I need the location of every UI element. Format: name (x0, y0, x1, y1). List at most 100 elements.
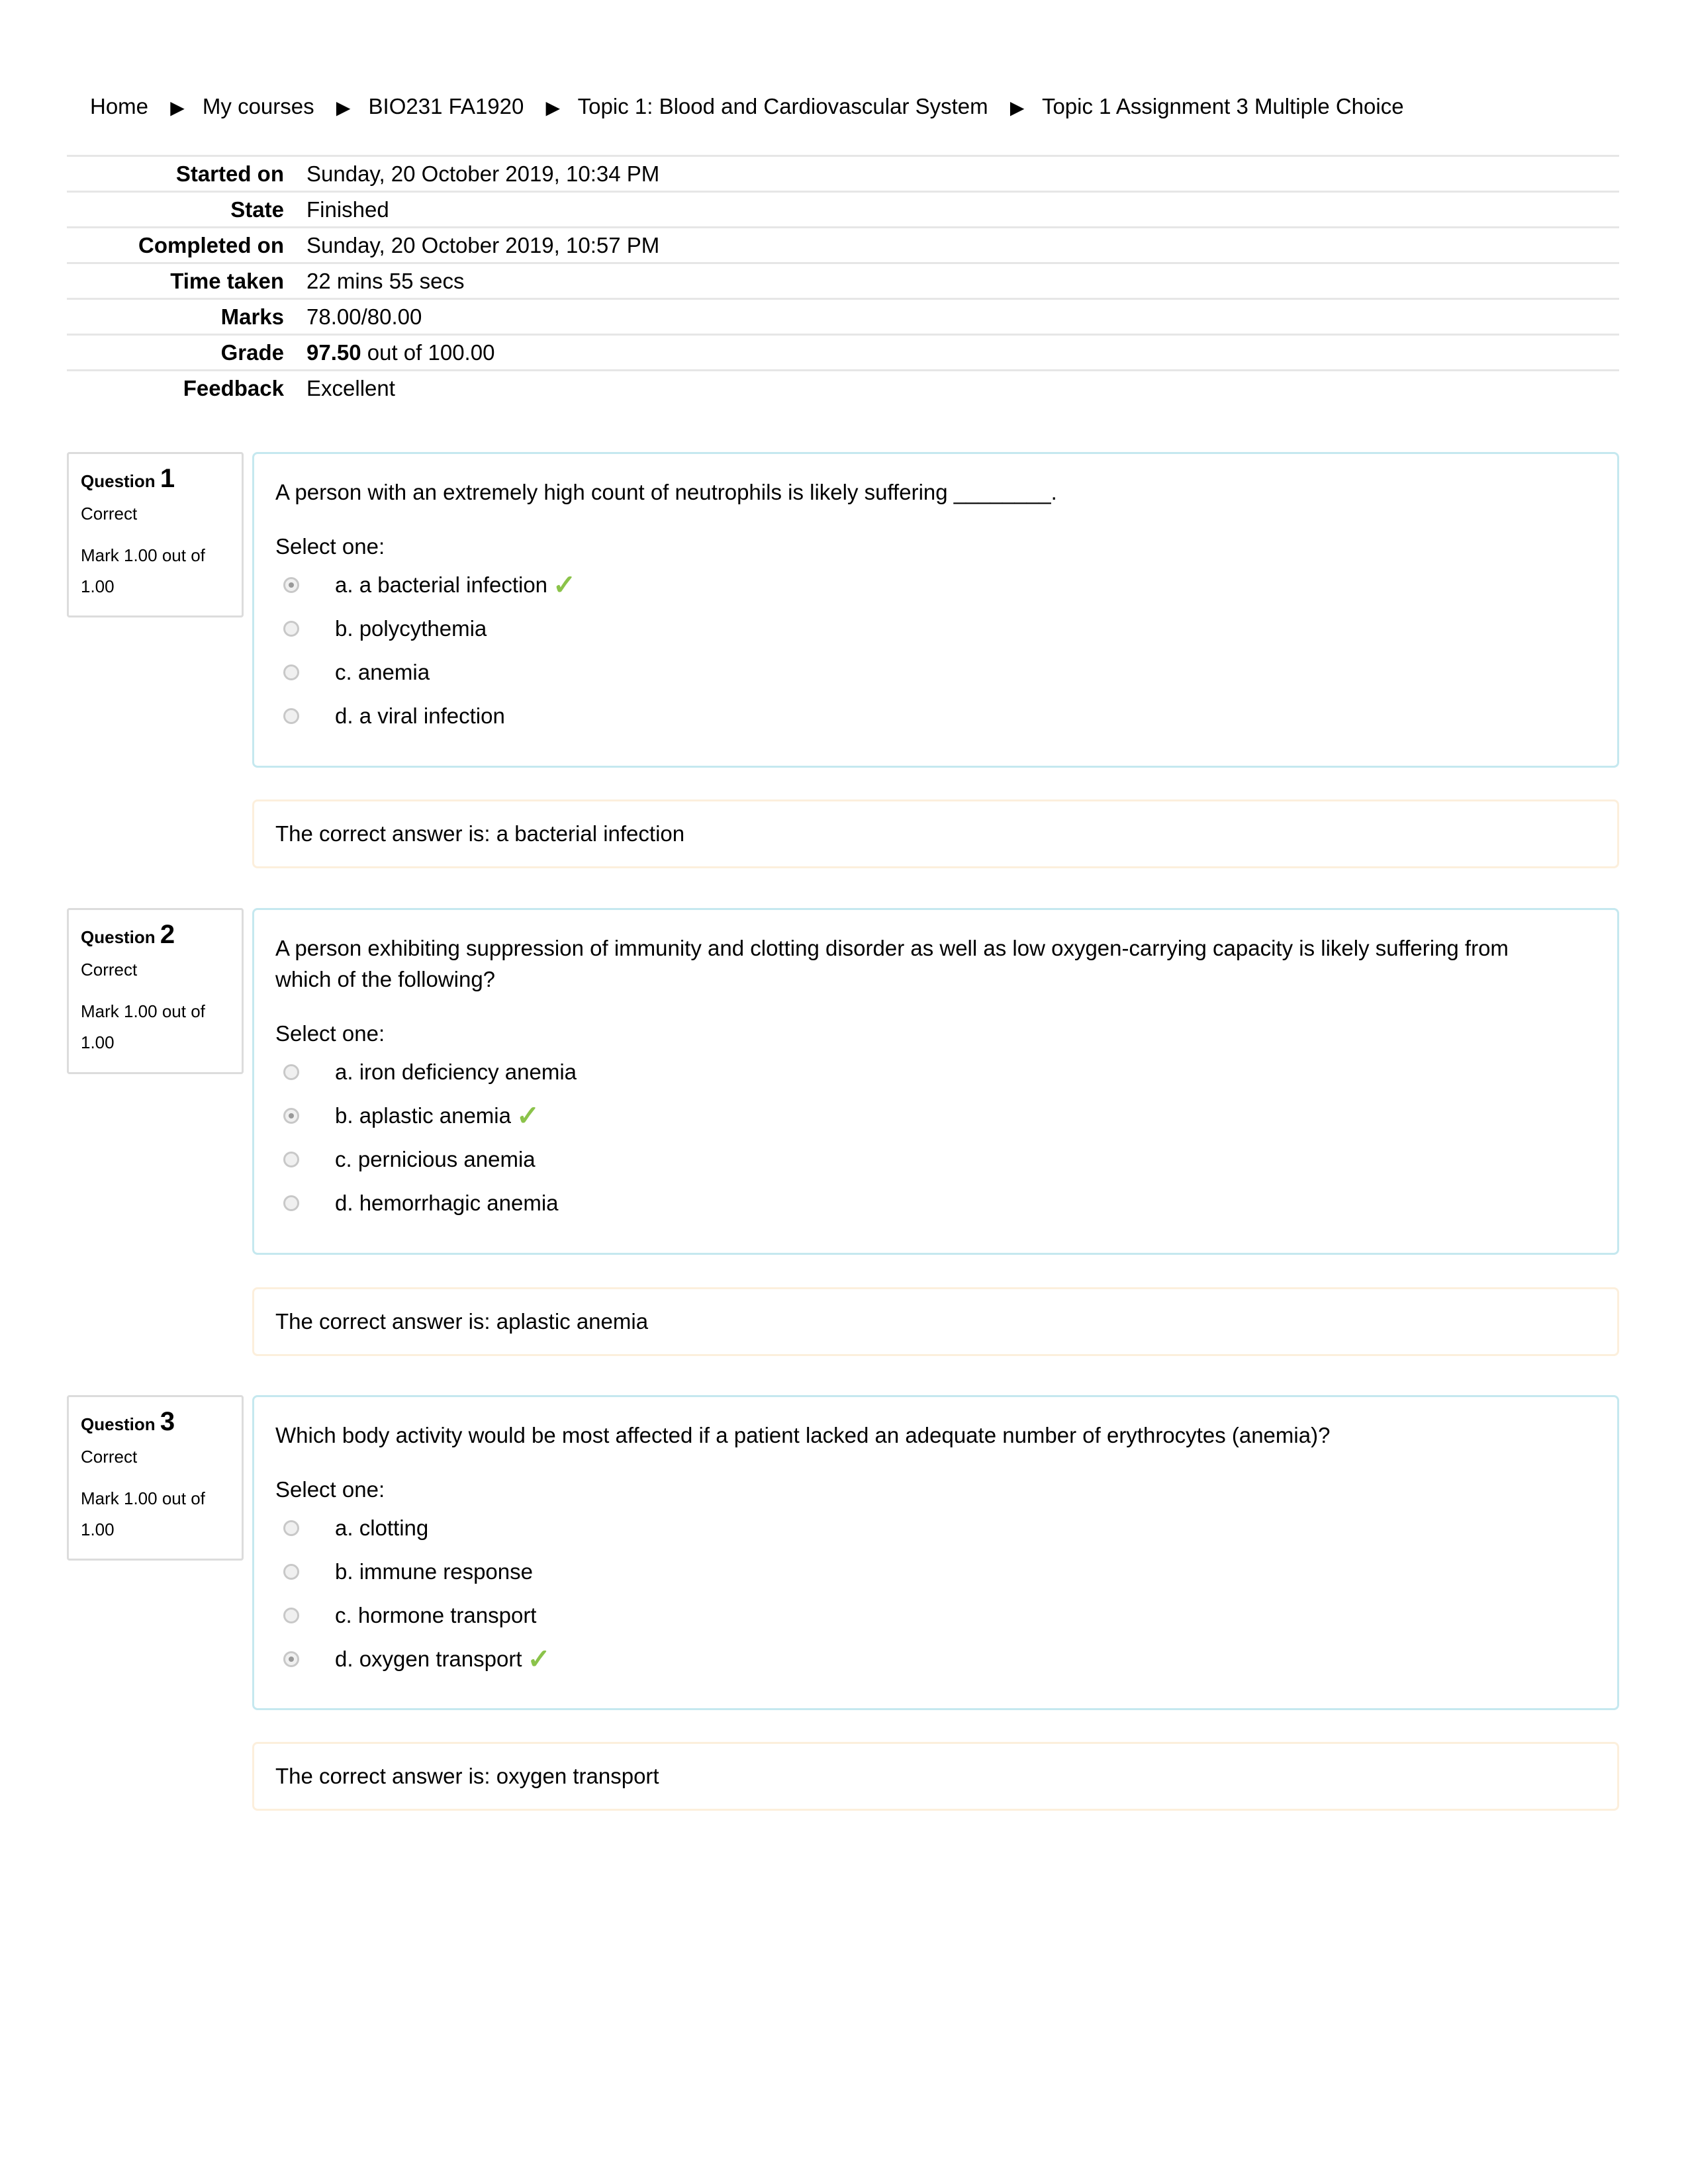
radio-button[interactable] (283, 1564, 299, 1580)
question-grade: Mark 1.00 out of 1.00 (81, 1001, 205, 1052)
select-prompt: Select one: (275, 1021, 385, 1046)
summary-value: Finished (306, 197, 389, 222)
question-state: Correct (81, 960, 138, 979)
option-label: d. oxygen transport (335, 1647, 522, 1671)
option-label: a. a bacterial infection (335, 572, 548, 597)
question-text: A person exhibiting suppression of immun… (275, 936, 1509, 991)
option-label: c. hormone transport (335, 1603, 537, 1627)
answer-option[interactable]: c. hormone transport (275, 1594, 1596, 1637)
summary-row-completed-on: Completed on Sunday, 20 October 2019, 10… (67, 226, 1619, 262)
attempt-summary-table: Started on Sunday, 20 October 2019, 10:3… (67, 155, 1619, 405)
question-text: A person with an extremely high count of… (275, 480, 1057, 504)
option-label: c. pernicious anemia (335, 1147, 536, 1171)
breadcrumb-home[interactable]: Home (90, 94, 148, 118)
answer-option[interactable]: a. iron deficiency anemia (275, 1050, 1596, 1094)
correct-check-icon: ✓ (516, 1100, 540, 1131)
grade-score: 97.50 (306, 340, 361, 365)
summary-value: Excellent (306, 375, 395, 400)
correct-check-icon: ✓ (553, 569, 577, 600)
option-label: d. a viral infection (335, 704, 505, 728)
option-label: b. polycythemia (335, 616, 487, 641)
breadcrumb-separator-icon: ▶ (170, 97, 185, 118)
answer-option[interactable]: d. oxygen transport ✓ (275, 1637, 1596, 1681)
select-prompt: Select one: (275, 1477, 385, 1502)
answer-option[interactable]: b. aplastic anemia ✓ (275, 1094, 1596, 1138)
radio-button[interactable] (283, 621, 299, 637)
summary-row-state: State Finished (67, 191, 1619, 226)
answer-option[interactable]: c. anemia (275, 651, 1596, 694)
question-label: Question (81, 1414, 156, 1434)
radio-button-selected[interactable] (283, 1651, 299, 1667)
summary-label: State (230, 197, 284, 222)
option-label: a. iron deficiency anemia (335, 1060, 577, 1084)
radio-button-selected[interactable] (283, 577, 299, 593)
answer-options: a. clotting b. immune response c. hormon… (275, 1506, 1596, 1681)
question-2-content: A person exhibiting suppression of immun… (252, 908, 1619, 1255)
summary-row-grade: Grade 97.50 out of 100.00 (67, 334, 1619, 369)
question-grade: Mark 1.00 out of 1.00 (81, 545, 205, 596)
radio-button[interactable] (283, 1608, 299, 1623)
summary-value: Sunday, 20 October 2019, 10:34 PM (306, 161, 660, 186)
summary-value: 97.50 out of 100.00 (306, 340, 494, 365)
question-state: Correct (81, 1447, 138, 1467)
answer-option[interactable]: a. a bacterial infection ✓ (275, 563, 1596, 607)
answer-options: a. iron deficiency anemia b. aplastic an… (275, 1050, 1596, 1225)
option-label: d. hemorrhagic anemia (335, 1191, 559, 1215)
question-state: Correct (81, 504, 138, 523)
question-text: Which body activity would be most affect… (275, 1423, 1331, 1447)
summary-label: Feedback (183, 375, 284, 400)
question-label: Question (81, 471, 156, 491)
breadcrumb-separator-icon: ▶ (336, 97, 351, 118)
summary-value: 78.00/80.00 (306, 304, 422, 329)
question-3-content: Which body activity would be most affect… (252, 1395, 1619, 1710)
question-2-feedback: The correct answer is: aplastic anemia (252, 1287, 1619, 1356)
question-grade: Mark 1.00 out of 1.00 (81, 1488, 205, 1539)
breadcrumb-course[interactable]: BIO231 FA1920 (369, 94, 524, 118)
summary-label: Marks (220, 304, 284, 329)
question-number: 1 (160, 464, 175, 493)
radio-button[interactable] (283, 1195, 299, 1211)
breadcrumb: Home ▶ My courses ▶ BIO231 FA1920 ▶ Topi… (90, 94, 1404, 119)
question-1-info: Question 1 Correct Mark 1.00 out of 1.00 (67, 452, 244, 617)
option-label: b. aplastic anemia (335, 1103, 511, 1128)
breadcrumb-separator-icon: ▶ (545, 97, 561, 118)
breadcrumb-assignment[interactable]: Topic 1 Assignment 3 Multiple Choice (1042, 94, 1404, 118)
question-3-info: Question 3 Correct Mark 1.00 out of 1.00 (67, 1395, 244, 1561)
answer-option[interactable]: b. immune response (275, 1550, 1596, 1594)
radio-button-selected[interactable] (283, 1108, 299, 1124)
summary-row-marks: Marks 78.00/80.00 (67, 298, 1619, 334)
breadcrumb-separator-icon: ▶ (1009, 97, 1025, 118)
option-label: a. clotting (335, 1516, 429, 1540)
answer-option[interactable]: d. hemorrhagic anemia (275, 1181, 1596, 1225)
question-number: 2 (160, 920, 175, 949)
question-number: 3 (160, 1407, 175, 1436)
answer-options: a. a bacterial infection ✓ b. polycythemi… (275, 563, 1596, 738)
summary-row-started-on: Started on Sunday, 20 October 2019, 10:3… (67, 155, 1619, 191)
summary-row-feedback: Feedback Excellent (67, 369, 1619, 405)
question-2-info: Question 2 Correct Mark 1.00 out of 1.00 (67, 908, 244, 1074)
question-label: Question (81, 927, 156, 947)
question-1-feedback: The correct answer is: a bacterial infec… (252, 799, 1619, 868)
option-label: b. immune response (335, 1559, 533, 1584)
breadcrumb-topic[interactable]: Topic 1: Blood and Cardiovascular System (578, 94, 988, 118)
option-label: c. anemia (335, 660, 430, 684)
question-3-feedback: The correct answer is: oxygen transport (252, 1742, 1619, 1811)
summary-label: Time taken (170, 268, 284, 293)
radio-button[interactable] (283, 1064, 299, 1080)
radio-button[interactable] (283, 1520, 299, 1536)
select-prompt: Select one: (275, 534, 385, 559)
summary-value: 22 mins 55 secs (306, 268, 465, 293)
radio-button[interactable] (283, 1152, 299, 1167)
answer-option[interactable]: d. a viral infection (275, 694, 1596, 738)
summary-label: Started on (175, 161, 284, 186)
radio-button[interactable] (283, 708, 299, 724)
answer-option[interactable]: c. pernicious anemia (275, 1138, 1596, 1181)
summary-label: Completed on (138, 232, 284, 257)
answer-option[interactable]: a. clotting (275, 1506, 1596, 1550)
radio-button[interactable] (283, 664, 299, 680)
answer-option[interactable]: b. polycythemia (275, 607, 1596, 651)
breadcrumb-my-courses[interactable]: My courses (203, 94, 314, 118)
summary-row-time-taken: Time taken 22 mins 55 secs (67, 262, 1619, 298)
summary-label: Grade (220, 340, 284, 365)
question-1-content: A person with an extremely high count of… (252, 452, 1619, 768)
